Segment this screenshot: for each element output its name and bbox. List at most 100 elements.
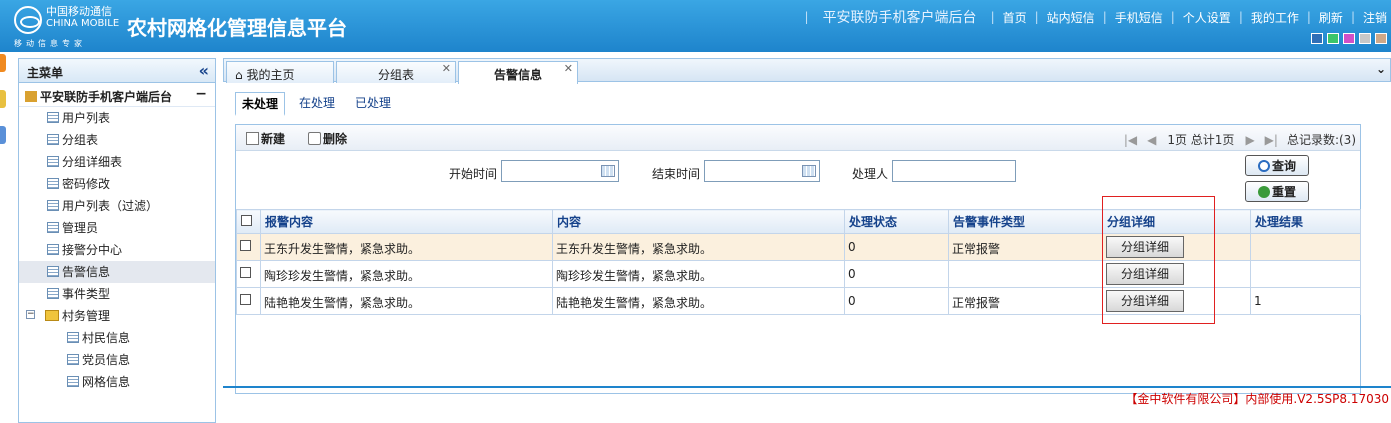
top-nav: | 平安联防手机客户端后台 | 首页 | 站内短信 | 手机短信 | 个人设置 | 我的… [801,8,1391,26]
edge-icon [0,54,6,72]
table-icon [47,156,59,167]
close-icon[interactable]: ✕ [442,62,451,75]
tab-home[interactable]: ⌂ 我的主页 [226,61,334,83]
table-icon [47,288,59,299]
total-records: 总记录数:(3) [1286,133,1356,147]
cell-content: 陆艳艳发生警情，紧急求助。 [552,287,845,315]
new-button[interactable]: 新建 [246,130,285,147]
reset-button[interactable]: 重置 [1245,181,1309,202]
main-area: ⌂ 我的主页 分组表 ✕ 告警信息 ✕ ⌄ 未处理 在处理 已处理 新建 删除 |◀… [223,58,1391,423]
sidebar-item-alarm[interactable]: 告警信息 [19,261,215,283]
tab-unprocessed[interactable]: 未处理 [235,92,286,116]
sidebar-item-user-list[interactable]: 用户列表 [19,107,215,129]
col-result: 处理结果 [1250,209,1361,234]
nav-inbox[interactable]: 站内短信 [1043,9,1099,26]
end-time-input[interactable] [704,160,820,182]
tree-root-label: 平安联防手机客户端后台 [40,90,173,104]
table-icon [47,200,59,211]
sidebar-item-admin[interactable]: 管理员 [19,217,215,239]
cell-status: 0 [844,260,949,288]
cell-type: 正常报警 [948,287,1103,315]
collapse-minus-icon[interactable]: − [195,86,207,102]
toolbar: 新建 删除 |◀ ◀ 1页 总计1页 ▶ ▶| 总记录数:(3) [236,125,1360,151]
module-icon [25,91,37,102]
cell-alarm: 陆艳艳发生警情，紧急求助。 [260,287,553,315]
col-content: 内容 [552,209,845,234]
sidebar-item-group[interactable]: 分组表 [19,129,215,151]
handler-label: 处理人 [852,167,889,181]
tab-alarm[interactable]: 告警信息 ✕ [458,61,578,84]
globe-icon [14,6,42,34]
trash-icon [308,132,321,145]
sidebar-item-group-detail[interactable]: 分组详细表 [19,151,215,173]
cell-alarm: 王东升发生警情，紧急求助。 [260,233,553,261]
cell-alarm: 陶珍珍发生警情，紧急求助。 [260,260,553,288]
close-icon[interactable]: ✕ [564,62,573,75]
prev-page-icon[interactable]: ◀ [1142,133,1161,147]
cell-status: 0 [844,233,949,261]
handler-input[interactable] [892,160,1016,182]
nav-mywork[interactable]: 我的工作 [1247,9,1303,26]
theme-gray[interactable] [1359,33,1371,44]
app-title: 农村网格化管理信息平台 [127,16,347,40]
home-icon: ⌂ [235,68,243,82]
logo-cn: 中国移动通信 [46,5,112,18]
calendar-icon[interactable] [802,165,816,177]
cell-content: 王东升发生警情，紧急求助。 [552,233,845,261]
col-type: 告警事件类型 [948,209,1103,234]
folder-icon [45,310,59,321]
nav-settings[interactable]: 个人设置 [1179,9,1235,26]
tab-processed[interactable]: 已处理 [349,92,397,116]
tab-menu-chevron-icon[interactable]: ⌄ [1376,62,1386,76]
sidebar-item-dispatch[interactable]: 接警分中心 [19,239,215,261]
last-page-icon[interactable]: ▶| [1260,133,1283,147]
sidebar-item-password[interactable]: 密码修改 [19,173,215,195]
sidebar-item-event-type[interactable]: 事件类型 [19,283,215,305]
tab-processing[interactable]: 在处理 [293,92,341,116]
row-checkbox[interactable] [240,267,251,278]
theme-blue[interactable] [1311,33,1323,44]
tree-root[interactable]: 平安联防手机客户端后台 − [19,83,215,107]
sidebar-item-grid[interactable]: 网格信息 [19,371,215,393]
delete-button[interactable]: 删除 [308,130,347,147]
col-alarm: 报警内容 [260,209,553,234]
table-icon [67,332,79,343]
row-checkbox[interactable] [240,240,251,251]
table-icon [47,134,59,145]
collapse-icon[interactable]: « [199,61,209,80]
status-tabs: 未处理 在处理 已处理 [235,92,405,116]
tab-group[interactable]: 分组表 ✕ [336,61,456,83]
theme-purple[interactable] [1343,33,1355,44]
row-checkbox[interactable] [240,294,251,305]
new-doc-icon [246,132,259,145]
nav-home[interactable]: 首页 [999,9,1031,26]
nav-refresh[interactable]: 刷新 [1315,9,1347,26]
sidebar-title: 主菜单 [27,66,64,80]
sidebar-item-villagers[interactable]: 村民信息 [19,327,215,349]
sidebar-item-party[interactable]: 党员信息 [19,349,215,371]
theme-switcher [1311,33,1387,44]
collapse-toggle-icon[interactable]: − [26,310,35,319]
theme-green[interactable] [1327,33,1339,44]
refresh-icon [1257,185,1270,198]
calendar-icon[interactable] [601,165,615,177]
tab-bar: ⌂ 我的主页 分组表 ✕ 告警信息 ✕ ⌄ [223,58,1391,84]
select-all-checkbox[interactable] [241,214,252,226]
theme-brown[interactable] [1375,33,1387,44]
next-page-icon[interactable]: ▶ [1240,133,1259,147]
system-name: 平安联防手机客户端后台 [822,10,977,26]
sidebar-folder-village[interactable]: − 村务管理 [19,305,215,327]
table-icon [47,266,59,277]
nav-sms[interactable]: 手机短信 [1111,9,1167,26]
sidebar-item-user-filter[interactable]: 用户列表（过滤） [19,195,215,217]
start-time-input[interactable] [501,160,619,182]
first-page-icon[interactable]: |◀ [1119,133,1142,147]
query-button[interactable]: 查询 [1245,155,1309,176]
table-icon [67,354,79,365]
cell-content: 陶珍珍发生警情，紧急求助。 [552,260,845,288]
cell-result [1250,233,1361,261]
nav-logout[interactable]: 注销 [1359,9,1391,26]
end-time-label: 结束时间 [652,167,701,181]
table-icon [47,244,59,255]
cell-type [948,260,1103,288]
